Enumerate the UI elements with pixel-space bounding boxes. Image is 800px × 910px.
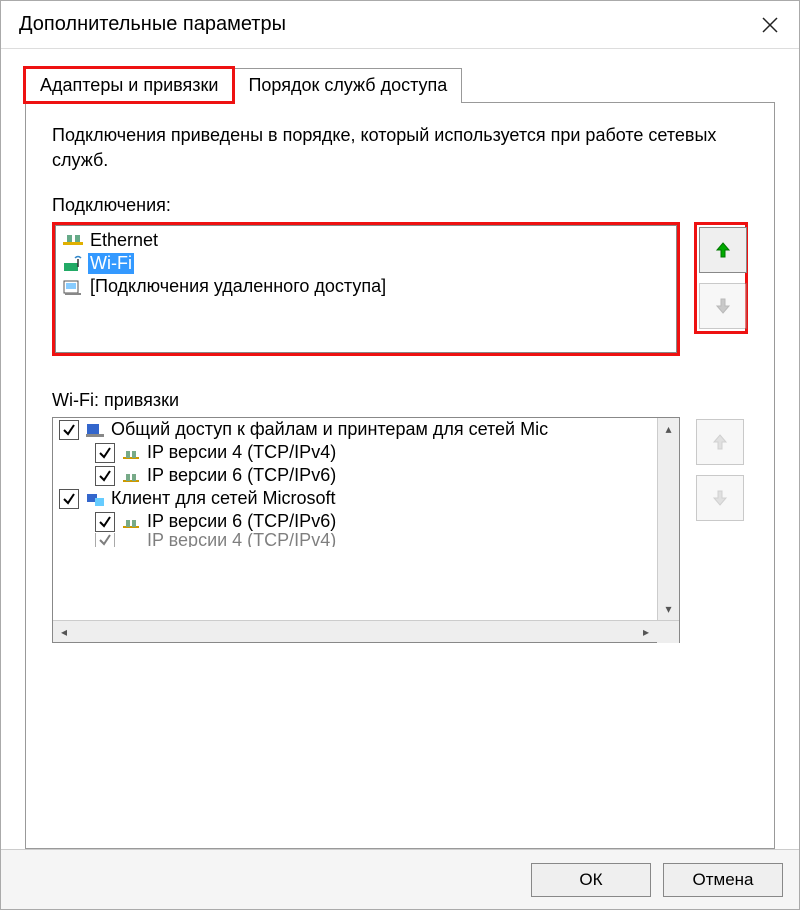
wifi-adapter-icon xyxy=(62,255,84,273)
protocol-icon xyxy=(121,468,141,484)
tab-adapters-bindings[interactable]: Адаптеры и привязки xyxy=(25,68,233,103)
binding-move-down-button[interactable] xyxy=(696,475,744,521)
bindings-tree: Общий доступ к файлам и принтерам для се… xyxy=(53,418,679,620)
scroll-down-icon[interactable]: ▾ xyxy=(658,598,679,620)
checkbox[interactable] xyxy=(59,420,79,440)
arrow-up-icon xyxy=(713,240,733,260)
dialog-footer: ОК Отмена xyxy=(1,849,799,909)
connection-arrows-highlight-annotation xyxy=(694,222,748,334)
connection-item-wifi[interactable]: Wi-Fi xyxy=(56,252,676,275)
binding-item-file-sharing[interactable]: Общий доступ к файлам и принтерам для се… xyxy=(53,418,679,441)
dialup-icon xyxy=(62,278,84,296)
checkbox[interactable] xyxy=(95,512,115,532)
close-button[interactable] xyxy=(747,2,793,48)
binding-item-ipv6-2[interactable]: IP версии 6 (TCP/IPv6) xyxy=(53,510,679,533)
connection-item-ethernet[interactable]: Ethernet xyxy=(56,229,676,252)
binding-item-ipv6[interactable]: IP версии 6 (TCP/IPv6) xyxy=(53,464,679,487)
titlebar: Дополнительные параметры xyxy=(1,1,799,49)
binding-move-up-button[interactable] xyxy=(696,419,744,465)
cancel-button[interactable]: Отмена xyxy=(663,863,783,897)
bindings-list[interactable]: Общий доступ к файлам и принтерам для се… xyxy=(52,417,680,643)
close-icon xyxy=(762,17,778,33)
connection-label: Ethernet xyxy=(88,230,160,251)
move-up-button[interactable] xyxy=(699,227,747,273)
tab-provider-order[interactable]: Порядок служб доступа xyxy=(233,68,462,103)
binding-label: IP версии 6 (TCP/IPv6) xyxy=(147,511,336,532)
protocol-icon xyxy=(121,445,141,461)
dialog-window: Дополнительные параметры Адаптеры и прив… xyxy=(0,0,800,910)
arrow-down-icon xyxy=(710,488,730,508)
ok-button[interactable]: ОК xyxy=(531,863,651,897)
horizontal-scrollbar[interactable]: ◂ ▸ xyxy=(53,620,679,642)
bindings-arrow-column xyxy=(694,417,748,523)
checkbox[interactable] xyxy=(95,533,115,547)
tab-label: Порядок служб доступа xyxy=(248,75,447,95)
client-icon xyxy=(85,491,105,507)
binding-label: IP версии 4 (TCP/IPv4) xyxy=(147,442,336,463)
connection-label: Wi-Fi xyxy=(88,253,134,274)
scroll-left-icon[interactable]: ◂ xyxy=(53,621,75,642)
move-down-button[interactable] xyxy=(699,283,747,329)
vertical-scrollbar[interactable]: ▴ ▾ xyxy=(657,418,679,620)
checkbox[interactable] xyxy=(59,489,79,509)
checkbox[interactable] xyxy=(95,466,115,486)
connections-list[interactable]: Ethernet Wi-Fi [Подключени xyxy=(55,225,677,353)
binding-label: Клиент для сетей Microsoft xyxy=(111,488,336,509)
checkbox[interactable] xyxy=(95,443,115,463)
scroll-up-icon[interactable]: ▴ xyxy=(658,418,679,440)
binding-item-client-microsoft[interactable]: Клиент для сетей Microsoft xyxy=(53,487,679,510)
description-text: Подключения приведены в порядке, который… xyxy=(52,123,748,173)
tab-label: Адаптеры и привязки xyxy=(40,75,218,95)
bindings-label: Wi-Fi: привязки xyxy=(52,390,748,411)
protocol-icon xyxy=(121,514,141,530)
connections-row: Ethernet Wi-Fi [Подключени xyxy=(52,222,748,356)
connections-highlight-annotation: Ethernet Wi-Fi [Подключени xyxy=(52,222,680,356)
arrow-down-icon xyxy=(713,296,733,316)
bindings-row: Общий доступ к файлам и принтерам для се… xyxy=(52,417,748,643)
protocol-icon xyxy=(121,533,141,547)
connection-label: [Подключения удаленного доступа] xyxy=(88,276,388,297)
binding-item-ipv4-2[interactable]: IP версии 4 (TCP/IPv4) xyxy=(53,533,679,547)
ethernet-icon xyxy=(62,232,84,250)
connections-label: Подключения: xyxy=(52,195,748,216)
arrow-up-icon xyxy=(710,432,730,452)
binding-label: IP версии 4 (TCP/IPv4) xyxy=(147,533,336,547)
window-title: Дополнительные параметры xyxy=(19,13,747,36)
tab-panel: Подключения приведены в порядке, который… xyxy=(25,102,775,849)
binding-label: Общий доступ к файлам и принтерам для се… xyxy=(111,419,548,440)
content-area: Адаптеры и привязки Порядок служб доступ… xyxy=(1,49,799,849)
tab-strip: Адаптеры и привязки Порядок служб доступ… xyxy=(25,67,775,102)
binding-item-ipv4[interactable]: IP версии 4 (TCP/IPv4) xyxy=(53,441,679,464)
scroll-right-icon[interactable]: ▸ xyxy=(635,621,657,642)
connection-item-dialup[interactable]: [Подключения удаленного доступа] xyxy=(56,275,676,298)
server-icon xyxy=(85,422,105,438)
binding-label: IP версии 6 (TCP/IPv6) xyxy=(147,465,336,486)
